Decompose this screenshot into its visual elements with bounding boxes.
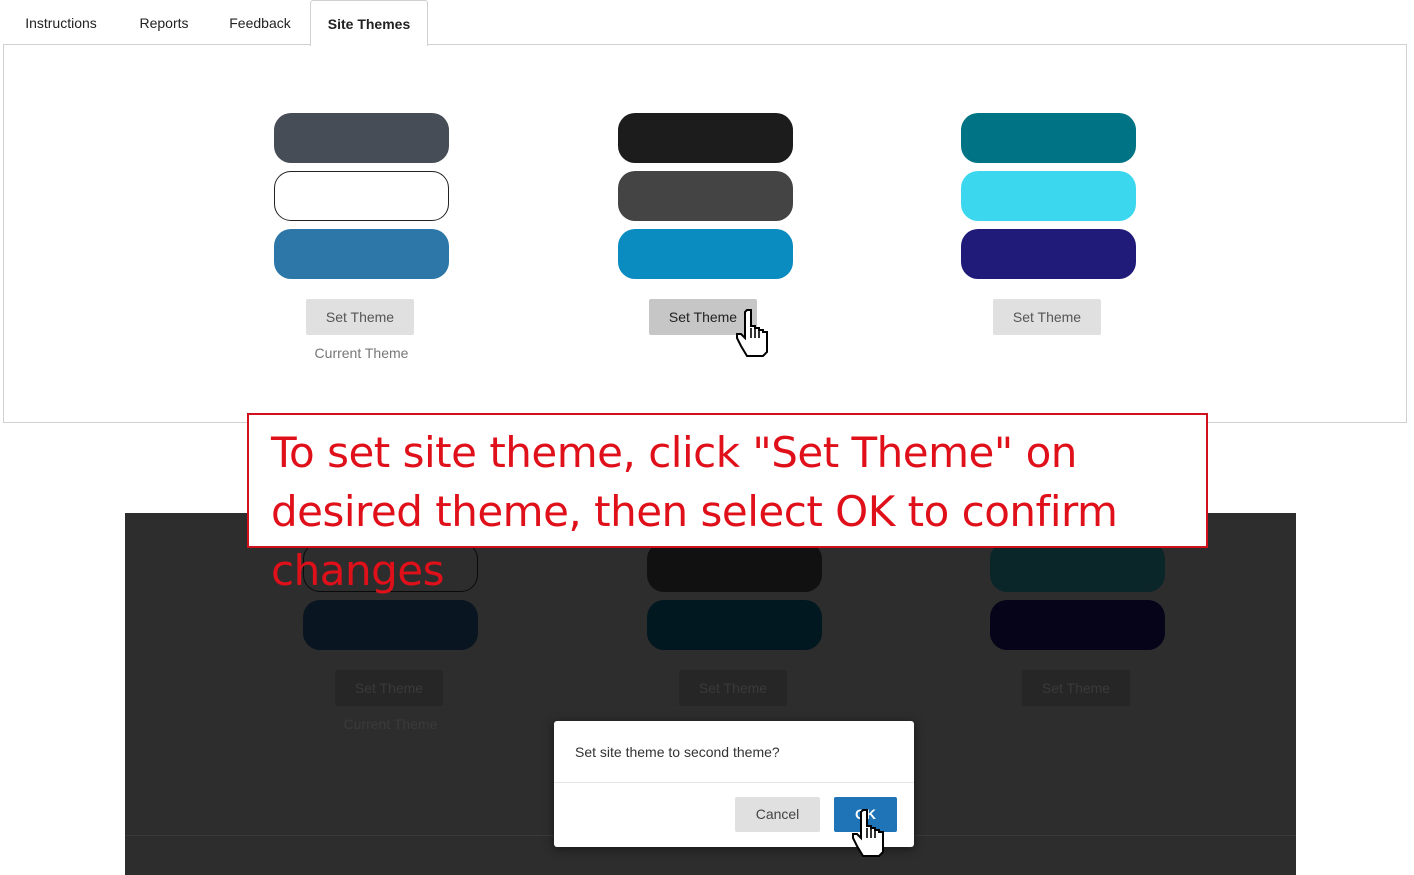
theme-swatch	[618, 113, 793, 163]
theme-swatch	[647, 600, 822, 650]
theme-swatch	[618, 229, 793, 279]
set-theme-button[interactable]: Set Theme	[335, 670, 443, 706]
theme-swatch	[274, 229, 449, 279]
theme-swatch	[961, 171, 1136, 221]
tab-reports[interactable]: Reports	[122, 0, 206, 45]
dialog-message: Set site theme to second theme?	[575, 744, 780, 760]
theme-swatch	[274, 113, 449, 163]
theme-swatch	[961, 229, 1136, 279]
site-themes-panel: Set Theme Current Theme Set Theme Set Th…	[3, 44, 1407, 423]
theme-swatch	[618, 171, 793, 221]
set-theme-button[interactable]: Set Theme	[679, 670, 787, 706]
hand-pointer-icon	[852, 809, 884, 857]
divider	[554, 782, 914, 783]
hand-pointer-icon	[736, 309, 768, 357]
set-theme-button[interactable]: Set Theme	[993, 299, 1101, 335]
theme-swatch	[990, 600, 1165, 650]
set-theme-button[interactable]: Set Theme	[1022, 670, 1130, 706]
set-theme-button[interactable]: Set Theme	[306, 299, 414, 335]
current-theme-label: Current Theme	[343, 716, 438, 732]
cancel-button[interactable]: Cancel	[735, 797, 820, 832]
theme-swatch	[961, 113, 1136, 163]
tab-site-themes[interactable]: Site Themes	[310, 0, 428, 46]
current-theme-label: Current Theme	[314, 345, 409, 361]
theme-swatch	[303, 600, 478, 650]
tab-feedback[interactable]: Feedback	[214, 0, 306, 45]
callout-text: To set site theme, click "Set Theme" on …	[271, 428, 1118, 595]
tab-instructions[interactable]: Instructions	[8, 0, 114, 45]
theme-swatch	[274, 171, 449, 221]
instruction-callout: To set site theme, click "Set Theme" on …	[247, 413, 1208, 595]
